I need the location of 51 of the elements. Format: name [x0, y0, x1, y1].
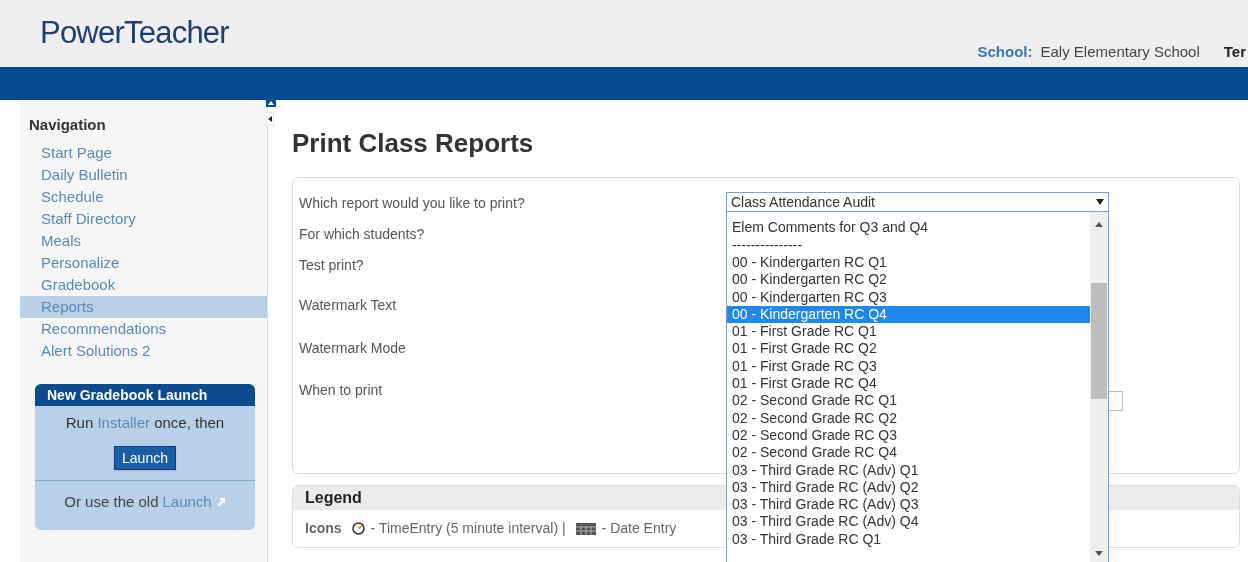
- dropdown-option[interactable]: 02 - Second Grade RC Q2: [727, 409, 1090, 427]
- term-label: Ter: [1223, 42, 1246, 62]
- dropdown-option[interactable]: 02 - Second Grade RC Q1: [727, 392, 1090, 410]
- dropdown-option[interactable]: 03 - Third Grade RC (Adv) Q1: [727, 461, 1090, 479]
- dropdown-arrow-icon: [1096, 199, 1104, 205]
- external-link-icon: [215, 497, 226, 508]
- launch-panel-title: New Gradebook Launch: [35, 383, 255, 406]
- icons-label: Icons: [305, 519, 342, 538]
- date-entry-text: - Date Entry: [601, 519, 677, 538]
- field-label: Test print?: [299, 256, 365, 275]
- dropdown-option[interactable]: ---------------: [727, 236, 1090, 254]
- nav-item[interactable]: Start Page: [20, 141, 267, 164]
- field-label: Which report would you like to print?: [299, 194, 526, 213]
- field-label: Watermark Mode: [299, 339, 407, 358]
- calendar-icon: [575, 522, 596, 535]
- logo: PowerTeacher: [40, 14, 229, 52]
- launch-instructions: Run Installer once, then: [64, 412, 226, 433]
- old-launch-text: Or use the old: [64, 492, 159, 512]
- scrollbar[interactable]: [1090, 212, 1108, 562]
- dropdown-option[interactable]: 03 - Third Grade RC Q1: [727, 530, 1090, 549]
- clock-icon: [351, 522, 365, 535]
- dropdown-option[interactable]: 01 - First Grade RC Q3: [727, 357, 1090, 376]
- field-label: Watermark Text: [299, 296, 398, 315]
- nav-item[interactable]: Schedule: [20, 185, 267, 208]
- launch-button[interactable]: Launch: [114, 446, 176, 470]
- dropdown-option[interactable]: 00 - Kindergarten RC Q4: [727, 305, 1090, 324]
- page-title: Print Class Reports: [292, 127, 535, 160]
- time-entry-text: - TimeEntry (5 minute interval) |: [370, 519, 566, 538]
- dropdown-option[interactable]: 02 - Second Grade RC Q4: [727, 444, 1090, 462]
- dropdown-option[interactable]: Elem Comments for Q3 and Q4: [727, 218, 1090, 236]
- nav-item[interactable]: Daily Bulletin: [20, 163, 267, 186]
- field-label: For which students?: [299, 225, 426, 244]
- nav-item[interactable]: Recommendations: [20, 317, 267, 340]
- collapse-left-icon[interactable]: [266, 112, 274, 126]
- scrollbar-thumb[interactable]: [1091, 283, 1107, 399]
- dropdown-option[interactable]: 01 - First Grade RC Q4: [727, 375, 1090, 393]
- dropdown-option[interactable]: 02 - Second Grade RC Q3: [727, 426, 1090, 445]
- report-select[interactable]: Class Attendance Audit: [726, 192, 1109, 212]
- scroll-down-icon[interactable]: [1095, 551, 1103, 556]
- dropdown-option[interactable]: 03 - Third Grade RC (Adv) Q4: [727, 513, 1090, 531]
- dropdown-option[interactable]: 00 - Kindergarten RC Q2: [727, 271, 1090, 289]
- field-label: When to print: [299, 381, 384, 400]
- dropdown-option[interactable]: 00 - Kindergarten RC Q3: [727, 288, 1090, 306]
- school-name: Ealy Elementary School: [1040, 42, 1200, 62]
- navigation-title: Navigation: [28, 115, 107, 135]
- dropdown-option[interactable]: 00 - Kindergarten RC Q1: [727, 254, 1090, 272]
- dropdown-option[interactable]: 01 - First Grade RC Q1: [727, 323, 1090, 341]
- scroll-up-icon[interactable]: [1095, 222, 1103, 227]
- collapse-up-icon[interactable]: [266, 98, 276, 107]
- school-label: School:: [977, 42, 1033, 62]
- dropdown-option[interactable]: 01 - First Grade RC Q2: [727, 340, 1090, 358]
